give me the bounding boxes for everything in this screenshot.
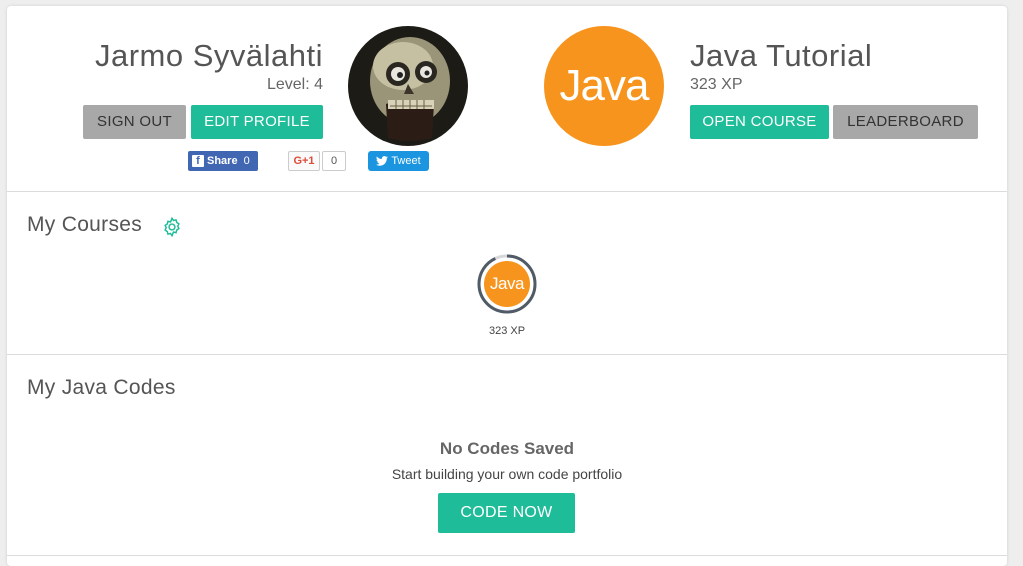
facebook-share-label: Share: [207, 155, 238, 167]
course-xp: 323 XP: [690, 76, 743, 93]
profile-card: Jarmo Syvälahti Level: 4 SIGN OUT EDIT P…: [7, 6, 1007, 566]
edit-profile-button[interactable]: EDIT PROFILE: [191, 105, 323, 139]
google-plus-count: 0: [322, 151, 346, 171]
code-now-button[interactable]: CODE NOW: [438, 493, 575, 533]
google-plus-button[interactable]: G+1: [288, 151, 320, 171]
java-badge-text: Java: [559, 61, 650, 110]
sign-out-button[interactable]: SIGN OUT: [83, 105, 186, 139]
twitter-bird-icon: [376, 156, 389, 166]
course-item-java-label: Java: [490, 274, 524, 293]
my-courses-section: My Courses Java 323 XP: [7, 192, 1007, 355]
java-course-badge: Java: [544, 26, 664, 146]
course-item-xp: 323 XP: [488, 325, 526, 337]
avatar: [348, 26, 468, 146]
my-codes-section: My Java Codes No Codes Saved Start build…: [7, 355, 1007, 556]
user-name: Jarmo Syvälahti: [94, 38, 323, 73]
skull-avatar-image: [348, 26, 468, 146]
profile-header: Jarmo Syvälahti Level: 4 SIGN OUT EDIT P…: [7, 6, 1007, 192]
open-course-button[interactable]: OPEN COURSE: [690, 105, 829, 139]
gear-icon[interactable]: [161, 216, 183, 238]
course-title: Java Tutorial: [690, 38, 873, 73]
leaderboard-button[interactable]: LEADERBOARD: [833, 105, 978, 139]
tweet-label: Tweet: [391, 155, 421, 167]
facebook-share-button[interactable]: f Share 0: [188, 151, 258, 171]
facebook-share-count: 0: [243, 155, 250, 167]
my-codes-title: My Java Codes: [27, 376, 176, 399]
user-level: Level: 4: [266, 76, 323, 93]
my-courses-title: My Courses: [27, 213, 143, 236]
no-codes-heading: No Codes Saved: [439, 439, 575, 458]
tweet-button[interactable]: Tweet: [368, 151, 429, 171]
facebook-icon: f: [192, 155, 204, 167]
no-codes-subtitle: Start building your own code portfolio: [391, 466, 623, 482]
